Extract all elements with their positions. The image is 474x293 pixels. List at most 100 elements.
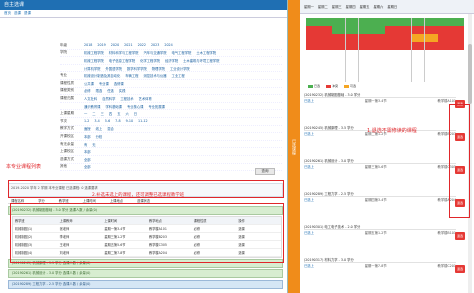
scrollbar-thumb[interactable] xyxy=(468,44,472,104)
timetable-cell xyxy=(438,34,451,42)
filter-option[interactable]: 化学工程学院 xyxy=(140,58,160,63)
course-info: 教学楼C201 xyxy=(437,264,456,268)
filter-option[interactable]: 自然科学 xyxy=(102,96,115,101)
filter-option[interactable]: 三 xyxy=(101,111,104,116)
timetable-cell xyxy=(385,42,398,50)
filter-option[interactable]: 2019 xyxy=(97,43,105,47)
timetable-cell xyxy=(306,66,319,74)
filter-panel: 年级 2018 2019 2020 2021 2022 2023 2024 学院 机械工程学院 材料… xyxy=(60,42,282,172)
filter-option[interactable]: 日 xyxy=(134,111,137,116)
drop-button[interactable]: 退选 xyxy=(455,265,465,273)
filter-row: 节次 1-2 3-4 5-6 7-8 9-10 11-12 xyxy=(60,118,282,126)
filter-option[interactable]: 学科基础课 xyxy=(105,104,121,109)
filter-option[interactable]: 无 xyxy=(92,142,95,147)
filter-option[interactable]: 本部 xyxy=(84,149,91,154)
filter-option[interactable]: 必修 xyxy=(84,88,91,93)
filter-option[interactable]: 计算机学院 xyxy=(84,66,100,71)
filter-option[interactable]: 2024 xyxy=(164,43,172,47)
filter-option[interactable]: 公共课 xyxy=(84,81,94,86)
filter-option[interactable]: 汽车与交通学院 xyxy=(143,50,166,55)
timetable-cell xyxy=(345,74,359,82)
search-button[interactable]: 查询 xyxy=(255,168,275,175)
filter-option[interactable]: 电子信息工程学院 xyxy=(109,58,135,63)
timetable-cell xyxy=(306,74,319,82)
filter-option[interactable]: 电气工程学院 xyxy=(172,50,192,55)
filter-option[interactable]: 任选 xyxy=(107,88,114,93)
filter-option[interactable]: 工程技术 xyxy=(120,96,133,101)
filter-option[interactable]: 物理学院 xyxy=(152,66,165,71)
filter-option[interactable]: 选修课 xyxy=(114,81,124,86)
filter-option[interactable]: 二 xyxy=(92,111,95,116)
timetable-cell xyxy=(411,74,425,82)
filter-option[interactable]: 全部 xyxy=(84,157,91,162)
timetable-cell xyxy=(385,18,398,26)
selected-courses-panel: 星期一 星期二 星期三 星期四 星期五 星期六 星期日 已选 冲突 可选 (20190232) … xyxy=(300,0,474,293)
filter-option[interactable]: 分校 xyxy=(96,134,103,139)
timetable-cell xyxy=(438,58,451,66)
filter-option[interactable]: 2023 xyxy=(151,43,159,47)
filter-option[interactable]: 2021 xyxy=(124,43,132,47)
timetable-cell xyxy=(438,74,451,82)
filter-option[interactable]: 通识教育课 xyxy=(84,104,100,109)
filter-option[interactable]: 专业核心课 xyxy=(127,104,143,109)
filter-option[interactable]: 全部 xyxy=(84,164,91,169)
filter-option[interactable]: 外国语学院 xyxy=(105,66,121,71)
filter-option[interactable]: 2022 xyxy=(138,43,146,47)
filter-option[interactable]: 工业工程 xyxy=(172,73,185,78)
tab[interactable]: 选课 xyxy=(14,11,21,16)
filter-option[interactable]: 车辆工程 xyxy=(125,73,138,78)
weekday-label: 星期日 xyxy=(387,5,398,9)
filter-option[interactable]: 材料科学与工程学院 xyxy=(109,50,139,55)
timetable-legend: 已选 冲突 可选 xyxy=(308,84,356,88)
filter-option[interactable]: 机械工程学院 xyxy=(84,50,104,55)
timetable-cell xyxy=(424,74,438,82)
filter-option[interactable]: 9-10 xyxy=(126,119,133,123)
timetable-cell xyxy=(372,18,385,26)
filter-option[interactable]: 艺术体育 xyxy=(139,96,152,101)
filter-option[interactable]: 实践 xyxy=(119,88,126,93)
filter-option[interactable]: 5-6 xyxy=(105,119,110,123)
filter-option[interactable]: 限选 xyxy=(96,88,103,93)
filter-option[interactable]: 机械工程学院 xyxy=(84,58,104,63)
filter-option[interactable]: 六 xyxy=(125,111,128,116)
selected-courses-side-tab[interactable]: 已选课程 xyxy=(288,0,300,293)
timetable-cell xyxy=(332,26,346,34)
filter-option[interactable]: 四 xyxy=(109,111,112,116)
timetable-cell xyxy=(332,58,346,66)
filter-option[interactable]: 混合 xyxy=(107,126,114,131)
filter-option[interactable]: 专业拓展课 xyxy=(148,104,164,109)
timetable-cell xyxy=(372,50,385,58)
filter-option[interactable]: 1-2 xyxy=(84,119,89,123)
filter-row: 开课校区 本部 分校 xyxy=(60,133,282,141)
filter-option[interactable]: 2020 xyxy=(111,43,119,47)
tab[interactable]: 退课 xyxy=(24,11,31,16)
tab[interactable]: 首页 xyxy=(4,11,11,16)
filter-option[interactable]: 有 xyxy=(84,142,87,147)
filter-option[interactable]: 测控技术与仪器 xyxy=(143,73,166,78)
filter-option[interactable]: 经济学院 xyxy=(165,58,178,63)
filter-option[interactable]: 线上 xyxy=(96,126,103,131)
filter-option[interactable]: 土木建筑与环境工程学院 xyxy=(183,58,219,63)
filter-option[interactable]: 土木工程学院 xyxy=(196,50,216,55)
course-row[interactable]: (20190289) 工程力学 - 2.5 学分 选课人数 / 余量(0) xyxy=(8,280,283,289)
drop-button[interactable]: 退选 xyxy=(455,232,465,240)
column-header: 上课时间 xyxy=(82,199,96,203)
filter-option[interactable]: 数学科学学院 xyxy=(127,66,147,71)
filter-option[interactable]: 五 xyxy=(117,111,120,116)
filter-option[interactable]: 3-4 xyxy=(94,119,99,123)
filter-option[interactable]: 一 xyxy=(84,111,87,116)
course-row[interactable]: (20190261) 机械设计 - 3.0 学分 选课人数 / 余量(0) xyxy=(8,269,283,278)
filter-option[interactable]: 工业设计学院 xyxy=(170,66,190,71)
filter-option[interactable]: 人文社科 xyxy=(84,96,97,101)
timetable-cell xyxy=(306,34,319,42)
filter-option[interactable]: 7-8 xyxy=(115,119,120,123)
timetable-cell xyxy=(385,66,398,74)
filter-option[interactable]: 2018 xyxy=(84,43,92,47)
filter-option[interactable]: 本部 xyxy=(84,134,91,139)
filter-label: 课程归属 xyxy=(60,95,74,100)
filter-option[interactable]: 专业课 xyxy=(99,81,109,86)
filter-option[interactable]: 11-12 xyxy=(138,119,148,123)
filter-row: 计算机学院 外国语学院 数学科学学院 物理学院 工业设计学院 xyxy=(60,65,282,73)
filter-option[interactable]: 机械设计制造及其自动化 xyxy=(84,73,120,78)
filter-option[interactable]: 面授 xyxy=(84,126,91,131)
